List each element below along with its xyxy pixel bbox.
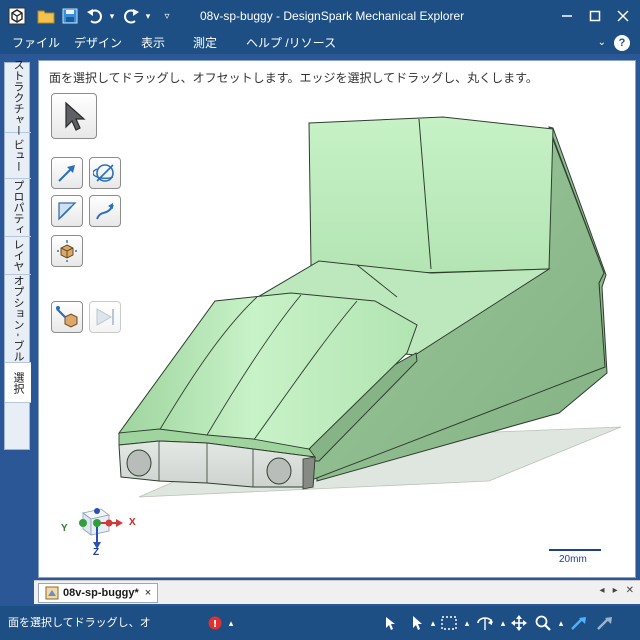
menu-design[interactable]: デザイン [74,32,122,54]
customize-toolbar-icon[interactable]: ▿ [160,5,174,27]
scale-label: 20mm [559,554,587,565]
help-icon[interactable]: ? [614,35,630,51]
combine-cube-icon [57,240,77,262]
select-tool-button[interactable] [51,93,97,139]
document-icon [45,586,59,600]
box-select-dropdown-icon[interactable]: ▴ [458,614,476,632]
side-panel-tabs: ストラクチャー ビュー プロパティ レイヤ オプション - ブル 選択 [0,56,34,578]
menu-measure[interactable]: 測定 [193,32,217,54]
close-document-icon[interactable]: ✕ [626,585,634,596]
combine-tool-button[interactable] [51,235,83,267]
document-tab-label: 08v-sp-buggy* [63,587,139,599]
svg-text:!: ! [213,619,218,630]
move-spin-icon [93,164,114,182]
tab-scroll-right-icon[interactable]: ▸ [613,585,618,596]
app-window: ▾ ▾ ▿ 08v-sp-buggy - DesignSpark Mechani… [0,0,640,640]
error-dropdown-icon[interactable]: ▴ [222,614,240,632]
menu-help-resources[interactable]: ヘルプ /リソース [246,32,336,54]
rotate-view-icon[interactable] [476,614,494,632]
previous-view-icon[interactable] [570,614,588,632]
axis-z-label: Z [93,547,100,558]
menu-view[interactable]: 表示 [141,32,165,54]
document-tab[interactable]: 08v-sp-buggy* × [38,583,159,603]
material-tool-button[interactable] [51,301,83,333]
pan-icon[interactable] [510,614,528,632]
document-tab-bar: 08v-sp-buggy* × ◂ ▸ ✕ [34,580,640,604]
tab-scroll-left-icon[interactable]: ◂ [600,585,605,596]
zoom-dropdown-icon[interactable]: ▴ [552,614,570,632]
blend-curve-icon [96,203,114,220]
chevron-down-icon[interactable]: ⌄ [598,32,606,54]
redo-dropdown-icon[interactable]: ▾ [142,5,154,27]
spin-select-icon[interactable] [382,614,400,632]
axis-y-label: Y [61,523,68,534]
maximize-icon[interactable] [580,0,610,32]
undo-dropdown-icon[interactable]: ▾ [106,5,118,27]
tab-view[interactable]: ビュー [5,133,31,179]
axis-x-label: X [129,517,136,528]
play-tool-button[interactable] [89,301,121,333]
title-bar: ▾ ▾ ▿ 08v-sp-buggy - DesignSpark Mechani… [0,0,640,32]
pull-arrow-icon [58,165,75,182]
menu-bar: ファイル デザイン 表示 測定 ヘルプ /リソース ⌄ ? [0,32,640,54]
tab-layers[interactable]: レイヤ [5,237,31,275]
fill-corner-icon [58,202,77,221]
material-brush-icon [56,306,78,328]
design-viewport[interactable]: 面を選択してドラッグし、オフセットします。エッジを選択してドラッグし、丸くします… [38,60,636,578]
move-tool-button[interactable] [89,157,121,189]
undo-icon[interactable] [84,5,106,27]
close-tab-icon[interactable]: × [145,587,151,599]
document-nav: ◂ ▸ ✕ [600,585,634,596]
cursor-arrow-icon [65,101,86,131]
redo-icon[interactable] [120,5,142,27]
window-title: 08v-sp-buggy - DesignSpark Mechanical Ex… [200,9,465,23]
fill-tool-button[interactable] [51,195,83,227]
pull-tool-button[interactable] [51,157,83,189]
zoom-icon[interactable] [534,614,552,632]
tab-selection[interactable]: 選択 [5,363,31,403]
status-message: 面を選択してドラッグし、オ [8,617,150,629]
play-forward-icon [96,308,114,326]
app-logo-icon[interactable] [6,5,28,27]
menu-file[interactable]: ファイル [12,32,60,54]
scale-bar [549,549,601,551]
save-icon[interactable] [60,5,80,27]
hint-text: 面を選択してドラッグし、オフセットします。エッジを選択してドラッグし、丸くします… [49,71,538,85]
minimize-icon[interactable] [552,0,582,32]
tab-properties[interactable]: プロパティ [5,179,31,237]
open-folder-icon[interactable] [36,5,56,27]
next-view-icon[interactable] [596,614,614,632]
box-select-icon[interactable] [440,614,458,632]
status-bar: 面を選択してドラッグし、オ ! ▴ ▴ ▴ ▴ ▴ [0,606,640,640]
blend-tool-button[interactable] [89,195,121,227]
tab-structure[interactable]: ストラクチャー [5,59,31,136]
tab-options-panel[interactable]: オプション - ブル [5,275,31,363]
close-window-icon[interactable] [608,0,638,32]
side-tab-strip: ストラクチャー ビュー プロパティ レイヤ オプション - ブル 選択 [4,59,31,450]
